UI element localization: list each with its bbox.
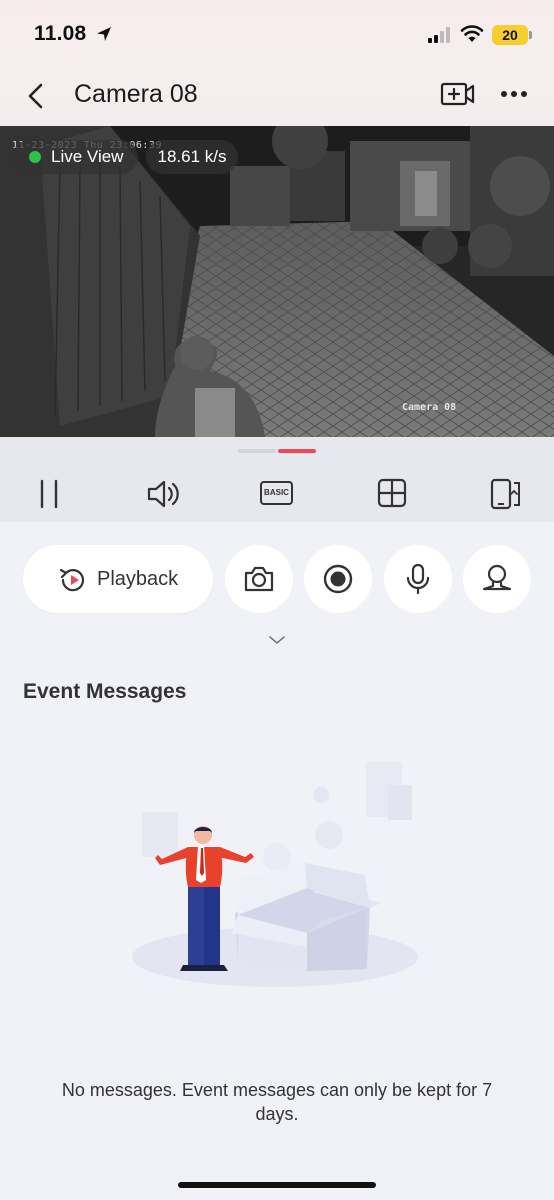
page-title: Camera 08 xyxy=(74,80,198,108)
playback-button[interactable]: Playback xyxy=(23,545,213,613)
quality-label: BASIC xyxy=(264,488,289,497)
battery-tip xyxy=(529,31,532,39)
status-time: 11.08 xyxy=(34,22,87,45)
more-options-icon[interactable] xyxy=(500,86,528,102)
page-indicator-active[interactable] xyxy=(278,449,316,453)
location-arrow-icon xyxy=(97,27,111,41)
expand-chevron-down-icon[interactable] xyxy=(268,634,286,646)
basic-quality-icon[interactable]: BASIC xyxy=(260,481,293,505)
talk-button[interactable] xyxy=(384,545,452,613)
microphone-icon xyxy=(406,563,430,595)
volume-icon[interactable] xyxy=(146,477,180,511)
navigation-bar: Camera 08 xyxy=(0,64,554,126)
action-buttons-row: Playback xyxy=(0,522,554,652)
event-messages-heading: Event Messages xyxy=(23,680,187,703)
playback-label: Playback xyxy=(97,568,179,590)
empty-state-illustration xyxy=(132,762,418,987)
page-indicator xyxy=(238,449,316,453)
camera-snapshot-icon xyxy=(244,566,274,592)
top-header-area: 11.08 20 Camera 08 xyxy=(0,0,554,126)
ptz-icon xyxy=(482,564,512,591)
live-view-label: Live View xyxy=(51,147,124,166)
empty-state-message: No messages. Event messages can only be … xyxy=(61,1080,493,1124)
page-indicator-inactive[interactable] xyxy=(238,449,276,453)
record-button[interactable] xyxy=(304,545,372,613)
live-view-badge: Live View xyxy=(12,140,138,174)
live-video-feed[interactable]: 11-23-2023 Thu 23:06:39 Camera 08 Live V… xyxy=(0,126,554,437)
snapshot-button[interactable] xyxy=(225,545,293,613)
ptz-button[interactable] xyxy=(463,545,531,613)
cellular-signal-icon xyxy=(428,27,450,43)
pause-icon[interactable] xyxy=(36,477,62,511)
rotate-screen-icon[interactable] xyxy=(489,477,523,511)
live-status-dot xyxy=(29,151,41,163)
battery-indicator: 20 xyxy=(492,25,528,45)
bitrate-badge: 18.61 k/s xyxy=(146,140,238,174)
status-bar: 11.08 20 xyxy=(0,0,554,64)
grid-view-icon[interactable] xyxy=(377,477,407,509)
home-indicator[interactable] xyxy=(178,1182,376,1188)
add-camera-icon[interactable] xyxy=(440,80,476,108)
playback-controls-bar: BASIC xyxy=(0,437,554,522)
playback-history-icon xyxy=(59,568,85,592)
record-icon xyxy=(323,564,353,594)
back-chevron-icon[interactable] xyxy=(24,82,48,110)
wifi-icon xyxy=(460,25,484,42)
video-camera-name-overlay: Camera 08 xyxy=(402,402,457,413)
